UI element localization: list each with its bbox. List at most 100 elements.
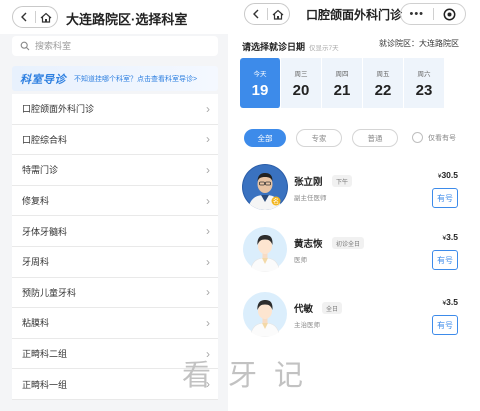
date-weekday: 今天 [253,70,267,78]
nav-bar-right: 口腔颌面外科门诊 ••• [236,0,480,28]
only-available-toggle[interactable]: 仅看有号 [412,132,456,143]
date-option[interactable]: 周三 20 [281,58,322,108]
search-icon [20,41,30,51]
fee-amount: 3.5 [446,232,458,242]
more-icon[interactable]: ••• [401,8,433,20]
filter-expert[interactable]: 专家 [296,129,342,147]
page-title-right: 口腔颌面外科门诊 [306,8,403,22]
department-item[interactable]: 牙周科 › [12,246,218,278]
department-item[interactable]: 预防儿童牙科 › [12,277,218,309]
chevron-right-icon: › [206,193,210,208]
close-target-icon[interactable] [433,8,465,21]
department-name: 预防儿童牙科 [22,287,77,298]
page-title: 大连路院区·选择科室 [66,12,188,27]
date-option[interactable]: 今天 19 [240,58,281,108]
department-name: 修复科 [22,196,50,207]
date-option[interactable]: 周四 21 [322,58,363,108]
doctor-avatar-icon [242,226,288,272]
department-item[interactable]: 特需门诊 › [12,155,218,186]
doctor-name: 张立刚 [294,177,323,188]
guide-brand: 科室导诊 [20,71,66,87]
date-header: 请选择就诊日期 仅显示7天 就诊院区：大连路院区 [242,37,480,52]
book-button[interactable]: 有号 [432,250,458,270]
department-name: 正畸科一组 [22,379,68,390]
chevron-right-icon: › [206,162,210,177]
doctor-name: 代敏 [294,304,314,315]
fee: ¥3.5 [443,232,458,242]
doctor-card[interactable]: 代敏 全日 主治医师 ¥3.5 有号 [242,291,478,347]
date-day: 21 [333,81,351,99]
department-name: 正畸科二组 [22,349,68,360]
department-name: 口腔综合科 [22,134,68,145]
chevron-right-icon: › [206,224,210,239]
doctor-card[interactable]: 黄志恢 初诊全日 医师 ¥3.5 有号 [242,226,478,282]
hospital-label: 就诊院区：大连路院区 [379,39,459,48]
date-day: 20 [292,81,310,99]
chevron-right-icon: › [206,285,210,300]
date-option[interactable]: 周五 22 [363,58,404,108]
doctor-rank: 副主任医师 [294,195,327,202]
book-button[interactable]: 有号 [432,188,458,208]
nav-bar: 大连路院区·选择科室 [0,0,228,34]
date-day: 23 [415,81,433,99]
chevron-right-icon: › [206,254,210,269]
search-bar[interactable] [12,36,218,56]
session-tag: 全日 [322,302,343,314]
search-input[interactable] [35,41,205,51]
fee: ¥3.5 [443,297,458,307]
department-name: 牙体牙髓科 [22,226,68,237]
date-selector: 今天 19 周三 20 周四 21 周五 22 周六 23 [240,58,445,108]
doctor-avatar-icon [242,291,288,337]
nav-capsule-right [244,3,290,25]
guide-hint: 不知道挂哪个科室？点击查看科室导诊> [74,75,198,83]
home-icon[interactable] [35,7,57,27]
date-sub: 仅显示7天 [309,45,339,52]
doctor-filters: 全部 专家 普通 仅看有号 [244,129,476,149]
date-label: 请选择就诊日期 [242,42,306,52]
department-guide-banner[interactable]: 科室导诊 不知道挂哪个科室？点击查看科室导诊> [12,66,218,91]
radio-icon [412,132,423,143]
fee-amount: 3.5 [446,297,458,307]
only-available-label: 仅看有号 [428,134,456,142]
session-tag: 下午 [332,175,353,187]
department-item[interactable]: 口腔综合科 › [12,124,218,156]
doctor-schedule-screen: 口腔颌面外科门诊 ••• 请选择就诊日期 仅显示7天 就诊院区：大连路院区 今天 1… [236,0,480,411]
date-weekday: 周五 [376,70,390,78]
guide-brand-b: 导诊 [43,73,66,86]
svg-text:名: 名 [273,198,279,206]
doctor-name: 黄志恢 [294,239,323,250]
department-name: 粘膜科 [22,318,50,329]
chevron-right-icon: › [206,315,210,330]
nav-capsule [12,6,58,28]
department-item[interactable]: 修复科 › [12,185,218,217]
date-weekday: 周四 [335,70,349,78]
book-button[interactable]: 有号 [432,315,458,335]
miniprogram-capsule: ••• [400,3,466,25]
watermark-text: 看牙记 [182,358,321,392]
department-item[interactable]: 粘膜科 › [12,308,218,339]
back-icon[interactable] [13,7,35,27]
doctor-rank: 医师 [294,257,307,264]
filter-general[interactable]: 普通 [352,129,398,147]
chevron-right-icon: › [206,132,210,147]
department-select-screen: 大连路院区·选择科室 科室导诊 不知道挂哪个科室？点击查看科室导诊> 口腔颌面外… [0,0,228,411]
date-weekday: 周三 [294,70,308,78]
department-item[interactable]: 口腔颌面外科门诊 › [12,94,218,125]
doctor-photo: 名 [242,164,288,210]
chevron-right-icon: › [206,101,210,116]
date-weekday: 周六 [417,70,431,78]
guide-brand-a: 科室 [20,73,43,86]
back-icon[interactable] [245,4,267,24]
date-day: 22 [374,81,392,99]
screenshot-root: 大连路院区·选择科室 科室导诊 不知道挂哪个科室？点击查看科室导诊> 口腔颌面外… [0,0,480,411]
date-day: 19 [251,81,269,99]
date-option[interactable]: 周六 23 [404,58,445,108]
home-icon[interactable] [267,4,289,24]
department-name: 口腔颌面外科门诊 [22,104,95,115]
filter-all[interactable]: 全部 [244,129,286,147]
fee-amount: 30.5 [441,170,458,180]
session-tag: 初诊全日 [332,237,365,249]
fee: ¥30.5 [438,170,458,180]
doctor-card[interactable]: 名 张立刚 下午 副主任医师 ¥30.5 有号 [242,164,478,220]
department-item[interactable]: 牙体牙髓科 › [12,216,218,247]
